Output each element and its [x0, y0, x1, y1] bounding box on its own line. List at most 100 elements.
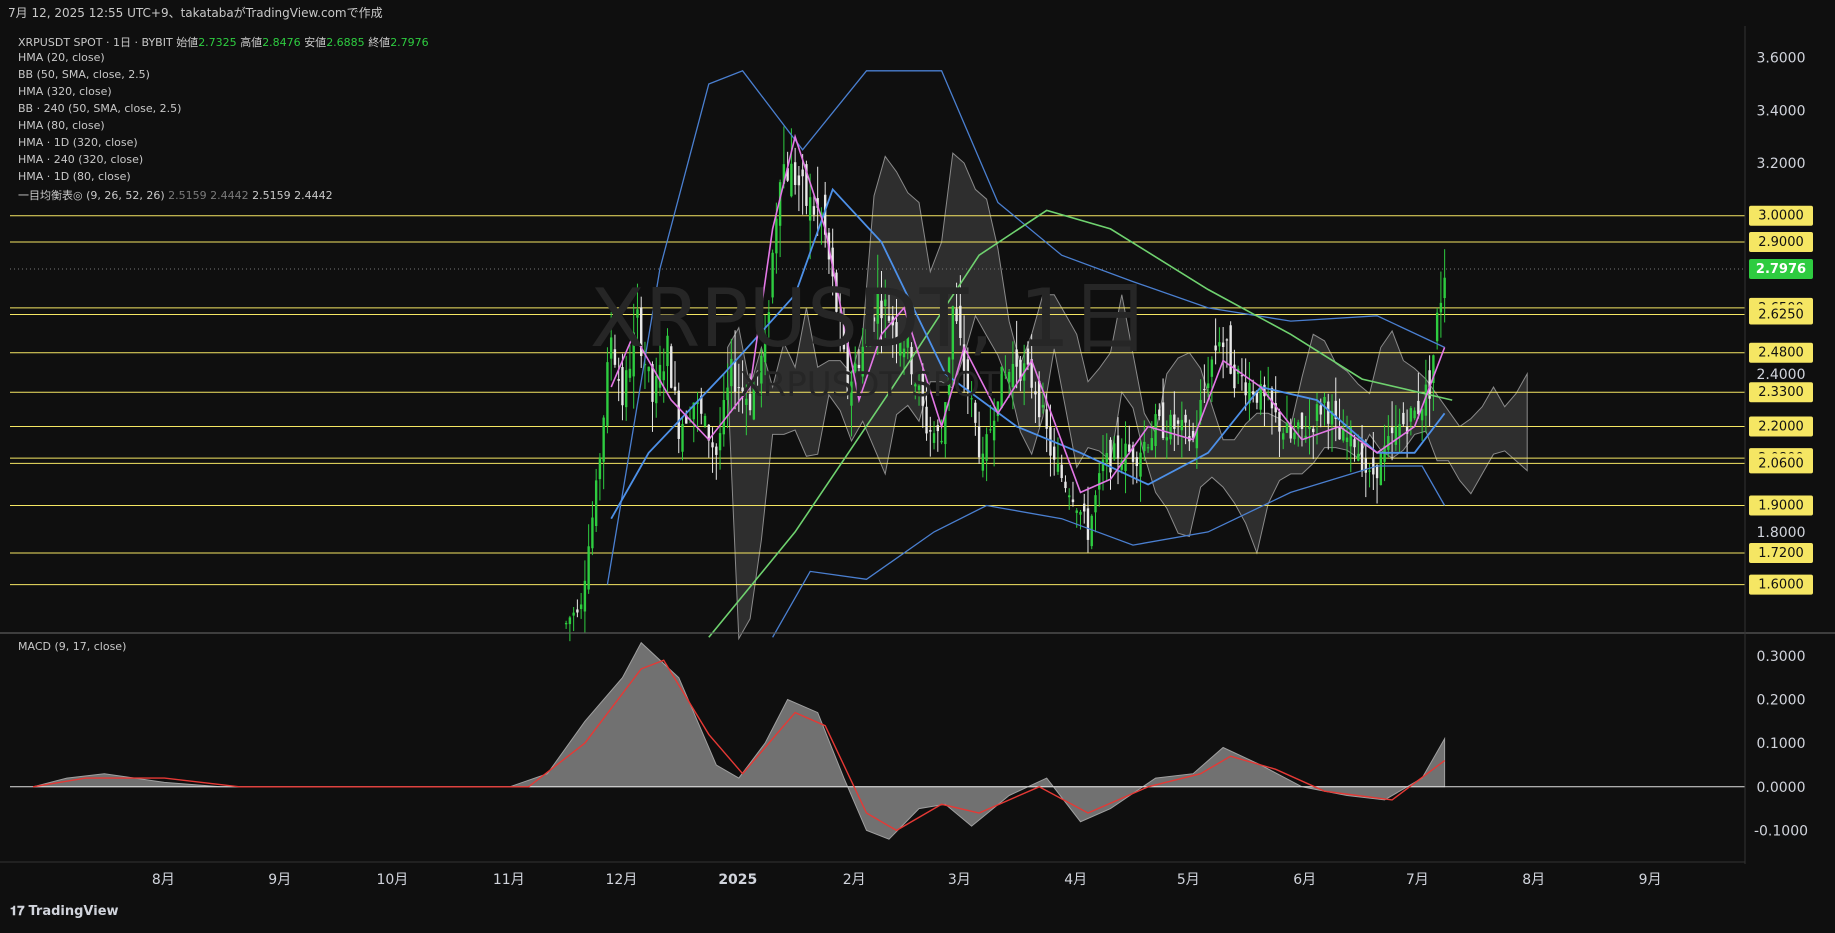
candle-body	[1398, 424, 1401, 437]
time-tick-label: 3月	[948, 872, 971, 888]
candle-body	[797, 175, 801, 186]
tradingview-logo-icon: 𝟏𝟕	[10, 904, 25, 919]
macd-tick-label: 0.0000	[1757, 780, 1806, 796]
candle-body	[647, 366, 650, 372]
candle-body	[1083, 503, 1086, 512]
time-tick-label: 11月	[493, 872, 525, 888]
candle-body	[1116, 435, 1120, 459]
candle-body	[1206, 383, 1210, 389]
candle-body	[591, 517, 594, 549]
legend-high: 2.8476	[262, 36, 301, 49]
legend-indicator[interactable]: HMA · 1D (80, close)	[18, 170, 131, 183]
legend-indicator[interactable]: HMA · 240 (320, close)	[18, 153, 143, 166]
candle-body	[1390, 427, 1394, 434]
candle-body	[1075, 510, 1078, 513]
price-line-label: 2.4800	[1758, 346, 1804, 361]
candle-body	[977, 426, 981, 458]
candle-body	[568, 617, 572, 625]
candle-body	[1360, 443, 1364, 472]
candle-body	[624, 370, 628, 408]
candle-body	[1439, 302, 1443, 313]
legend-ohlc: XRPUSDT SPOT · 1日 · BYBIT 始値2.7325 高値2.8…	[18, 34, 429, 50]
chart-canvas[interactable]: 3.00002.90002.65002.62502.48002.33002.20…	[0, 26, 1835, 901]
candle-body	[1282, 433, 1285, 440]
legend-indicator[interactable]: HMA (20, close)	[18, 51, 105, 64]
candle-body	[715, 446, 718, 455]
candle-body	[564, 622, 568, 625]
candle-body	[1338, 426, 1341, 440]
candle-body	[1315, 404, 1319, 422]
candle-body	[936, 425, 940, 432]
candle-body	[981, 453, 985, 471]
legend-indicator[interactable]: BB (50, SMA, close, 2.5)	[18, 68, 150, 81]
candle-body	[1319, 405, 1322, 415]
legend-close: 2.7976	[390, 36, 429, 49]
candle-body	[677, 390, 680, 439]
ichimoku-value: 2.5159	[252, 189, 291, 202]
candle-body	[932, 433, 936, 443]
candle-body	[1297, 422, 1300, 429]
legend-indicator[interactable]: HMA (80, close)	[18, 119, 105, 132]
candle-body	[662, 371, 665, 381]
candle-body	[1176, 420, 1180, 424]
price-line-label: 2.9000	[1758, 235, 1804, 250]
candle-body	[1007, 371, 1011, 383]
candle-body	[1004, 374, 1007, 376]
candle-body	[1210, 359, 1214, 377]
candle-body	[1409, 408, 1413, 422]
candle-body	[598, 457, 602, 480]
tradingview-brand[interactable]: 𝟏𝟕 TradingView	[10, 904, 119, 919]
candle-body	[790, 163, 793, 197]
candle-body	[1090, 515, 1093, 547]
candle-body	[579, 604, 583, 609]
candle-body	[1165, 437, 1169, 441]
legend-high-label: 高値	[240, 36, 263, 49]
candle-body	[1150, 438, 1154, 451]
legend-low-label: 安値	[304, 36, 327, 49]
candle-body	[1135, 457, 1138, 467]
candle-body	[658, 364, 662, 388]
time-tick-label: 2025	[718, 872, 757, 888]
time-tick-label: 2月	[843, 872, 866, 888]
macd-signal-line	[32, 659, 1446, 832]
price-axis[interactable]: 3.00002.90002.65002.62502.48002.33002.20…	[1749, 51, 1813, 595]
candle-body	[1270, 388, 1274, 409]
legend-ichimoku[interactable]: 一目均衡表◎ (9, 26, 52, 26) 2.5159 2.4442 2.5…	[18, 187, 333, 203]
candle-body	[602, 417, 605, 462]
candle-body	[793, 162, 797, 185]
candle-body	[1203, 388, 1206, 391]
candle-body	[1413, 410, 1416, 419]
candle-body	[1375, 465, 1379, 479]
legend-indicator[interactable]: BB · 240 (50, SMA, close, 2.5)	[18, 102, 181, 115]
candle-body	[733, 360, 737, 392]
candle-body	[1218, 342, 1221, 347]
legend-indicator[interactable]: HMA (320, close)	[18, 85, 112, 98]
candle-body	[1323, 397, 1326, 403]
candle-body	[722, 400, 726, 435]
candle-body	[1079, 511, 1082, 515]
candle-body	[1000, 366, 1003, 409]
time-tick-label: 9月	[1639, 872, 1662, 888]
macd-tick-label: 0.1000	[1757, 736, 1806, 752]
candle-body	[1327, 401, 1330, 424]
candle-body	[1098, 473, 1101, 490]
candle-body	[1300, 412, 1304, 429]
time-tick-label: 8月	[1522, 872, 1545, 888]
candle-body	[1052, 446, 1056, 460]
ichimoku-value: 2.4442	[210, 189, 249, 202]
price-line-label: 2.2000	[1758, 419, 1804, 434]
time-tick-label: 4月	[1064, 872, 1087, 888]
candle-body	[1037, 380, 1041, 418]
candle-body	[1345, 437, 1349, 443]
candle-body	[1105, 452, 1108, 463]
candle-body	[1086, 508, 1090, 540]
candle-body	[929, 430, 932, 432]
legend-macd[interactable]: MACD (9, 17, close)	[18, 640, 126, 653]
legend-indicator[interactable]: HMA · 1D (320, close)	[18, 136, 138, 149]
candle-body	[1278, 411, 1281, 432]
candle-body	[703, 415, 707, 427]
macd-area	[32, 641, 1446, 840]
candle-body	[1068, 495, 1071, 498]
candle-body	[1113, 443, 1116, 460]
time-axis[interactable]: 8月 9月 10月 11月 12月 2025 2月 3月 4月 5月 6月 7月 8月 9月	[152, 872, 1662, 888]
